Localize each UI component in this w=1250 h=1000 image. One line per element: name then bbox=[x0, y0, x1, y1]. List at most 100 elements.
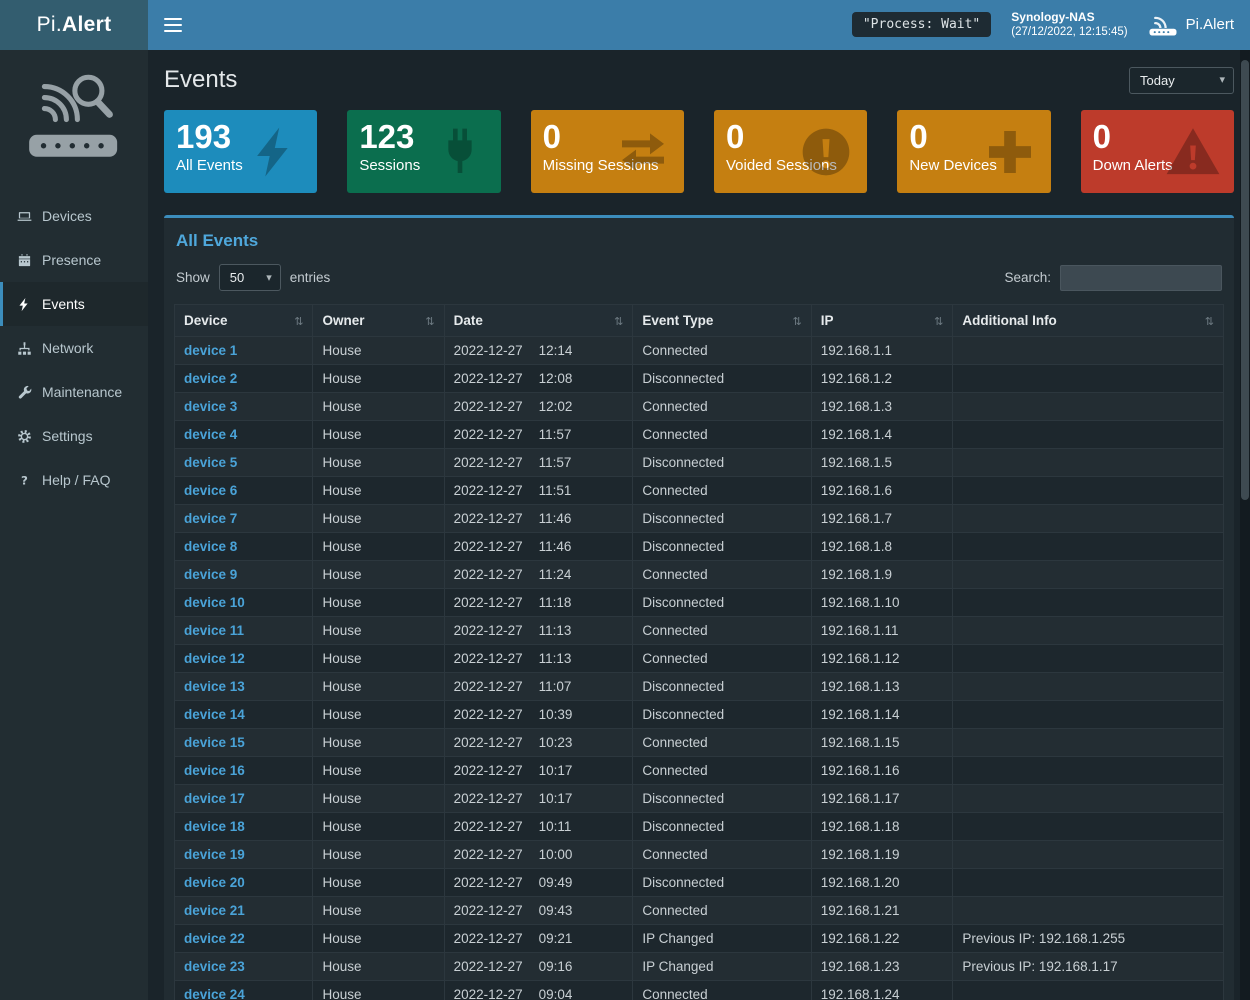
host-timestamp: (27/12/2022, 12:15:45) bbox=[1011, 25, 1127, 41]
summary-card-down-alerts[interactable]: 0 Down Alerts bbox=[1081, 110, 1234, 193]
table-row: device 10 House 2022-12-2711:18 Disconne… bbox=[175, 589, 1224, 617]
column-header-ip[interactable]: IP bbox=[811, 305, 953, 337]
device-link[interactable]: device 23 bbox=[184, 959, 245, 974]
entries-select[interactable]: 50 bbox=[219, 264, 281, 291]
table-row: device 20 House 2022-12-2709:49 Disconne… bbox=[175, 869, 1224, 897]
event-type-cell: Disconnected bbox=[633, 533, 811, 561]
panel-title: All Events bbox=[174, 228, 1224, 264]
sidebar-item-presence[interactable]: Presence bbox=[0, 238, 148, 282]
column-header-owner[interactable]: Owner bbox=[313, 305, 444, 337]
sidebar-item-maintenance[interactable]: Maintenance bbox=[0, 370, 148, 414]
process-status-badge: "Process: Wait" bbox=[852, 12, 991, 37]
table-row: device 13 House 2022-12-2711:07 Disconne… bbox=[175, 673, 1224, 701]
device-link[interactable]: device 13 bbox=[184, 679, 245, 694]
device-link[interactable]: device 18 bbox=[184, 819, 245, 834]
date-cell: 2022-12-2711:51 bbox=[444, 477, 633, 505]
summary-card-voided-sessions[interactable]: 0 Voided Sessions bbox=[714, 110, 867, 193]
owner-cell: House bbox=[313, 561, 444, 589]
column-header-event-type[interactable]: Event Type bbox=[633, 305, 811, 337]
date-cell: 2022-12-2711:07 bbox=[444, 673, 633, 701]
date-cell: 2022-12-2711:57 bbox=[444, 421, 633, 449]
summary-card-new-devices[interactable]: 0 New Devices bbox=[897, 110, 1050, 193]
device-link[interactable]: device 24 bbox=[184, 987, 245, 1000]
owner-cell: House bbox=[313, 645, 444, 673]
device-link[interactable]: device 16 bbox=[184, 763, 245, 778]
table-row: device 22 House 2022-12-2709:21 IP Chang… bbox=[175, 925, 1224, 953]
ip-cell: 192.168.1.7 bbox=[811, 505, 953, 533]
sort-icon bbox=[294, 313, 303, 328]
additional-info-cell bbox=[953, 813, 1224, 841]
device-link[interactable]: device 1 bbox=[184, 343, 237, 358]
pialert-logo-graphic bbox=[0, 50, 148, 180]
device-link[interactable]: device 3 bbox=[184, 399, 237, 414]
date-cell: 2022-12-2710:11 bbox=[444, 813, 633, 841]
device-link[interactable]: device 12 bbox=[184, 651, 245, 666]
sidebar-item-events[interactable]: Events bbox=[0, 282, 148, 326]
event-type-cell: Connected bbox=[633, 981, 811, 1000]
sidebar-item-help-faq[interactable]: ? Help / FAQ bbox=[0, 458, 148, 502]
device-link[interactable]: device 7 bbox=[184, 511, 237, 526]
bolt-icon bbox=[248, 124, 304, 180]
summary-card-sessions[interactable]: 123 Sessions bbox=[347, 110, 500, 193]
plus-icon bbox=[982, 124, 1038, 180]
event-type-cell: Connected bbox=[633, 841, 811, 869]
column-header-device[interactable]: Device bbox=[175, 305, 313, 337]
sidebar-menu: Devices Presence Events Network Maintena… bbox=[0, 194, 148, 502]
owner-cell: House bbox=[313, 785, 444, 813]
navbar: "Process: Wait" Synology-NAS (27/12/2022… bbox=[148, 0, 1250, 50]
gear-icon bbox=[16, 429, 32, 444]
vertical-scrollbar[interactable] bbox=[1240, 50, 1250, 1000]
table-row: device 5 House 2022-12-2711:57 Disconnec… bbox=[175, 449, 1224, 477]
sort-icon bbox=[1205, 313, 1214, 328]
ip-cell: 192.168.1.16 bbox=[811, 757, 953, 785]
device-link[interactable]: device 8 bbox=[184, 539, 237, 554]
owner-cell: House bbox=[313, 925, 444, 953]
column-header-label: Date bbox=[454, 313, 483, 328]
device-link[interactable]: device 17 bbox=[184, 791, 245, 806]
device-link[interactable]: device 11 bbox=[184, 623, 244, 638]
device-link[interactable]: device 22 bbox=[184, 931, 245, 946]
sidebar-toggle-icon[interactable] bbox=[148, 0, 198, 50]
column-header-additional-info[interactable]: Additional Info bbox=[953, 305, 1224, 337]
device-link[interactable]: device 15 bbox=[184, 735, 245, 750]
device-link[interactable]: device 21 bbox=[184, 903, 245, 918]
owner-cell: House bbox=[313, 673, 444, 701]
event-type-cell: Connected bbox=[633, 757, 811, 785]
device-link[interactable]: device 19 bbox=[184, 847, 245, 862]
device-link[interactable]: device 20 bbox=[184, 875, 245, 890]
additional-info-cell bbox=[953, 757, 1224, 785]
device-link[interactable]: device 10 bbox=[184, 595, 245, 610]
event-type-cell: Disconnected bbox=[633, 673, 811, 701]
additional-info-cell bbox=[953, 729, 1224, 757]
sidebar-item-devices[interactable]: Devices bbox=[0, 194, 148, 238]
sidebar-item-settings[interactable]: Settings bbox=[0, 414, 148, 458]
ip-cell: 192.168.1.2 bbox=[811, 365, 953, 393]
owner-cell: House bbox=[313, 337, 444, 365]
brand-logo-link[interactable]: Pi.Alert bbox=[0, 0, 148, 50]
event-type-cell: Disconnected bbox=[633, 505, 811, 533]
summary-card-all-events[interactable]: 193 All Events bbox=[164, 110, 317, 193]
device-link[interactable]: device 2 bbox=[184, 371, 237, 386]
period-select-wrapper: Today bbox=[1129, 67, 1234, 94]
device-link[interactable]: device 4 bbox=[184, 427, 237, 442]
table-row: device 16 House 2022-12-2710:17 Connecte… bbox=[175, 757, 1224, 785]
event-type-cell: Disconnected bbox=[633, 449, 811, 477]
column-header-date[interactable]: Date bbox=[444, 305, 633, 337]
ip-cell: 192.168.1.11 bbox=[811, 617, 953, 645]
sidebar-item-network[interactable]: Network bbox=[0, 326, 148, 370]
period-select[interactable]: Today bbox=[1129, 67, 1234, 94]
device-link[interactable]: device 14 bbox=[184, 707, 245, 722]
event-type-cell: Disconnected bbox=[633, 785, 811, 813]
device-link[interactable]: device 5 bbox=[184, 455, 237, 470]
device-link[interactable]: device 9 bbox=[184, 567, 237, 582]
event-type-cell: IP Changed bbox=[633, 925, 811, 953]
owner-cell: House bbox=[313, 365, 444, 393]
summary-card-missing-sessions[interactable]: 0 Missing Sessions bbox=[531, 110, 684, 193]
summary-cards-row: 193 All Events 123 Sessions 0 Missing Se… bbox=[164, 110, 1234, 193]
router-icon bbox=[1148, 13, 1178, 37]
scrollbar-thumb[interactable] bbox=[1241, 60, 1249, 500]
table-row: device 19 House 2022-12-2710:00 Connecte… bbox=[175, 841, 1224, 869]
search-input[interactable] bbox=[1060, 265, 1222, 291]
date-cell: 2022-12-2710:00 bbox=[444, 841, 633, 869]
device-link[interactable]: device 6 bbox=[184, 483, 237, 498]
